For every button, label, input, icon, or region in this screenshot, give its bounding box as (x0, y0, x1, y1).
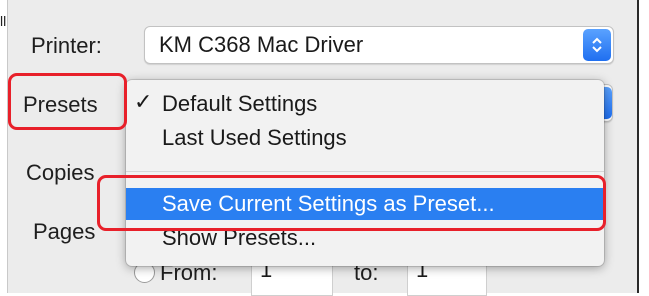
printer-popup[interactable]: KM C368 Mac Driver (144, 26, 614, 64)
presets-menu: ✓ Default Settings Last Used Settings Sa… (126, 80, 604, 266)
background-window: ll (0, 0, 7, 293)
menu-item-label: Last Used Settings (162, 125, 347, 150)
save-preset-annotation-box (97, 175, 606, 231)
printer-stepper-icon (583, 29, 611, 61)
presets-annotation-box (8, 73, 127, 130)
checkmark-icon: ✓ (134, 90, 153, 115)
printer-value: KM C368 Mac Driver (159, 32, 364, 57)
window-border (637, 0, 639, 293)
copies-label: Copies (26, 160, 95, 185)
menu-item-label: Default Settings (162, 91, 318, 116)
menu-item-last-used-settings[interactable]: Last Used Settings (126, 122, 604, 154)
background-text: ll (0, 13, 7, 29)
menu-item-default-settings[interactable]: ✓ Default Settings (126, 88, 604, 120)
print-dialog: Printer: KM C368 Mac Driver Presets Copi… (8, 0, 637, 296)
pages-label: Pages (33, 219, 96, 244)
printer-label: Printer: (31, 33, 102, 58)
menu-separator (126, 171, 604, 172)
